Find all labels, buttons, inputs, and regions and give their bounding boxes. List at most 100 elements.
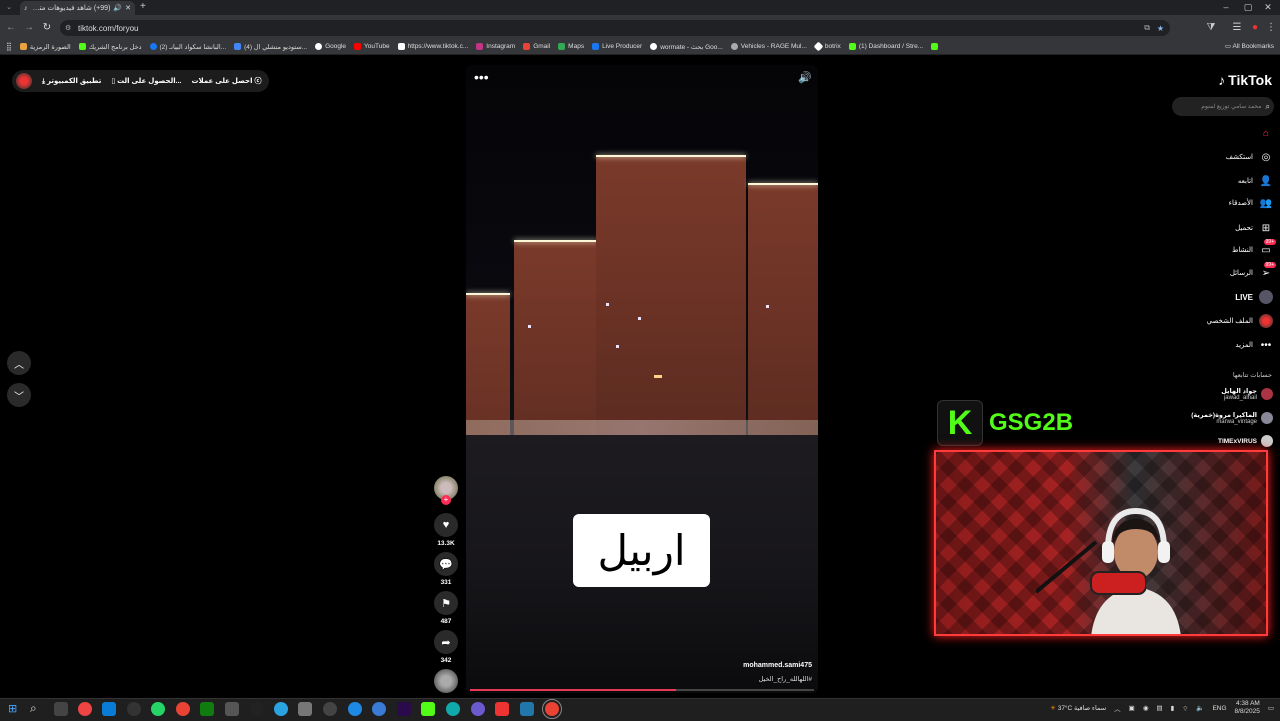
back-icon[interactable]: ← <box>4 20 18 36</box>
language-indicator[interactable]: ENG <box>1212 705 1226 712</box>
user-avatar[interactable] <box>16 73 32 89</box>
bookmark-item[interactable]: (2) البانشا سكواد البيانـ... <box>149 43 226 51</box>
search-icon[interactable]: ⌕ <box>1266 102 1270 112</box>
bookmark-item[interactable]: Gmail <box>523 43 550 50</box>
close-window-icon[interactable]: ✕ <box>1260 2 1276 13</box>
bookmark-item[interactable]: Maps <box>558 43 584 50</box>
menu-icon[interactable]: ⋮ <box>1264 20 1278 36</box>
app-icon[interactable] <box>78 702 92 716</box>
close-tab-icon[interactable]: ✕ <box>125 4 131 12</box>
comment-action[interactable]: 💬 331 <box>434 552 458 586</box>
bookmark-item[interactable] <box>931 43 939 50</box>
music-disc[interactable] <box>434 669 458 693</box>
app-icon[interactable] <box>127 702 141 716</box>
bookmark-icon[interactable]: ⚑ <box>434 591 458 615</box>
share-action[interactable]: ➦ 342 <box>434 630 458 664</box>
site-info-icon[interactable]: ⚙ <box>65 24 71 32</box>
profile-switch-icon[interactable]: ☰ <box>1230 20 1244 36</box>
install-app-icon[interactable]: ⧉ <box>1144 23 1150 33</box>
bookmark-item[interactable]: wormate - بحث Goo... <box>650 43 723 51</box>
app-icon[interactable] <box>372 702 386 716</box>
following-account[interactable]: TIMExVIRUS <box>1218 435 1273 447</box>
volume-icon[interactable]: 🔊 <box>798 71 812 84</box>
all-bookmarks[interactable]: ▭ All Bookmarks <box>1225 42 1274 50</box>
following-account[interactable]: جواد الهايل jawad_alhail <box>1221 387 1273 401</box>
app-icon[interactable] <box>446 702 460 716</box>
volume-tray-icon[interactable]: 🔈 <box>1196 704 1204 712</box>
chrome-icon[interactable] <box>176 702 190 716</box>
skype-icon[interactable] <box>348 702 362 716</box>
tiktok-logo[interactable]: ♪ TikTok <box>1218 72 1272 88</box>
tray-app-icon[interactable]: ▣ <box>1129 704 1135 712</box>
nav-more[interactable]: المزيد ••• <box>1235 337 1273 353</box>
bookmark-item[interactable]: دخل برنامج الشريك <box>78 43 142 51</box>
bookmark-item[interactable]: Google <box>315 43 346 50</box>
extension-red-icon[interactable]: ● <box>1248 20 1262 36</box>
forward-icon[interactable]: → <box>22 20 36 36</box>
app-icon[interactable] <box>471 702 485 716</box>
network-icon[interactable]: ⌔ <box>1182 704 1188 713</box>
nav-activity[interactable]: النشاط ▭ 99+ <box>1232 239 1276 258</box>
minimize-icon[interactable]: – <box>1218 2 1234 13</box>
like-action[interactable]: ♥ 13.3K <box>434 513 458 547</box>
app-icon[interactable] <box>250 702 264 716</box>
nav-following[interactable]: اتابعه 👤 <box>1238 173 1273 189</box>
nav-friends[interactable]: الأصدقاء 👥 <box>1229 195 1273 211</box>
url-input[interactable]: ⚙ tiktok.com/foryou ⧉ ★ <box>60 20 1170 36</box>
battery-icon[interactable]: ▮ <box>1171 704 1175 712</box>
new-tab-button[interactable]: + <box>140 1 146 12</box>
chrome-active-icon[interactable] <box>542 699 562 719</box>
get-coins-link[interactable]: احصل على عملات ⓒ <box>191 76 261 86</box>
video-description[interactable]: اللهالله_راح_الخيل# <box>759 675 812 683</box>
nav-upload[interactable]: تحميل ⊞ <box>1235 220 1273 236</box>
follow-plus-icon[interactable]: + <box>441 495 451 505</box>
tray-app-icon[interactable]: ◉ <box>1143 704 1149 712</box>
share-icon[interactable]: ➦ <box>434 630 458 654</box>
maximize-icon[interactable]: ▢ <box>1240 2 1256 13</box>
bookmark-item[interactable]: Instagram <box>476 43 515 50</box>
search-input[interactable]: محمد سامي توزيع لمنوم ⌕ <box>1172 97 1274 116</box>
premiere-icon[interactable] <box>397 702 411 716</box>
tiktok-app-icon[interactable] <box>495 702 509 716</box>
bookmark-item[interactable]: https://www.tiktok.c... <box>397 43 468 50</box>
tray-app-icon[interactable]: ▤ <box>1156 704 1162 712</box>
tab-tiktok[interactable]: ♪ (99+) شاهد فيديوهات متصد... 🔊 ✕ <box>20 1 135 15</box>
bookmark-item[interactable]: Live Producer <box>592 43 642 50</box>
nav-profile[interactable]: الملف الشخصي <box>1207 313 1273 329</box>
bookmark-item[interactable]: (1) Dashboard / Stre... <box>848 43 923 50</box>
nav-messages[interactable]: الرسائل ➢ 99+ <box>1230 262 1276 281</box>
extensions-icon[interactable]: ⧩ <box>1204 20 1218 36</box>
tray-expand-icon[interactable]: ︿ <box>1114 703 1121 713</box>
tab-search-icon[interactable]: ⌄ <box>2 1 16 14</box>
apps-icon[interactable]: ⣿ <box>6 42 12 51</box>
get-app-link[interactable]: ▯ الحصول على الت... <box>111 77 181 85</box>
clock[interactable]: 4:38 AM 8/8/2025 <box>1235 700 1260 716</box>
save-action[interactable]: ⚑ 487 <box>434 591 458 625</box>
bookmark-item[interactable]: Vehicles - RAGE Mul... <box>730 43 807 50</box>
video-player[interactable]: اربيل ••• 🔊 mohammed.sami475 اللهالله_را… <box>466 65 818 693</box>
video-author[interactable]: mohammed.sami475 <box>743 662 812 669</box>
progress-bar[interactable] <box>470 689 814 691</box>
nav-home[interactable]: ⌂ <box>1253 125 1273 141</box>
previous-video-button[interactable]: ︿ <box>7 351 31 375</box>
task-view-icon[interactable] <box>54 702 68 716</box>
weather-widget[interactable]: ☀ 37°C سماء صافية <box>1050 704 1106 712</box>
xbox-icon[interactable] <box>200 702 214 716</box>
bookmark-star-icon[interactable]: ★ <box>1157 24 1164 33</box>
bookmark-item[interactable]: الصورة الرمزية <box>19 43 71 51</box>
app-icon[interactable] <box>102 702 116 716</box>
pc-app-link[interactable]: ⤓ تطبيق الكمبيوتر <box>42 77 101 86</box>
telegram-icon[interactable] <box>274 702 288 716</box>
bookmark-item[interactable]: (4) ستوديو منشلي ال... <box>234 43 307 51</box>
comment-icon[interactable]: 💬 <box>434 552 458 576</box>
obs-icon[interactable] <box>323 702 337 716</box>
app-icon[interactable] <box>298 702 312 716</box>
notifications-icon[interactable]: ▭ <box>1268 704 1274 712</box>
nav-explore[interactable]: استكشف ◎ <box>1226 149 1273 165</box>
heart-icon[interactable]: ♥ <box>434 513 458 537</box>
whatsapp-icon[interactable] <box>151 702 165 716</box>
app-icon[interactable] <box>225 702 239 716</box>
start-icon[interactable]: ⊞ <box>8 702 17 715</box>
bookmark-item[interactable]: botrix <box>813 41 841 52</box>
kick-icon[interactable] <box>421 702 435 716</box>
